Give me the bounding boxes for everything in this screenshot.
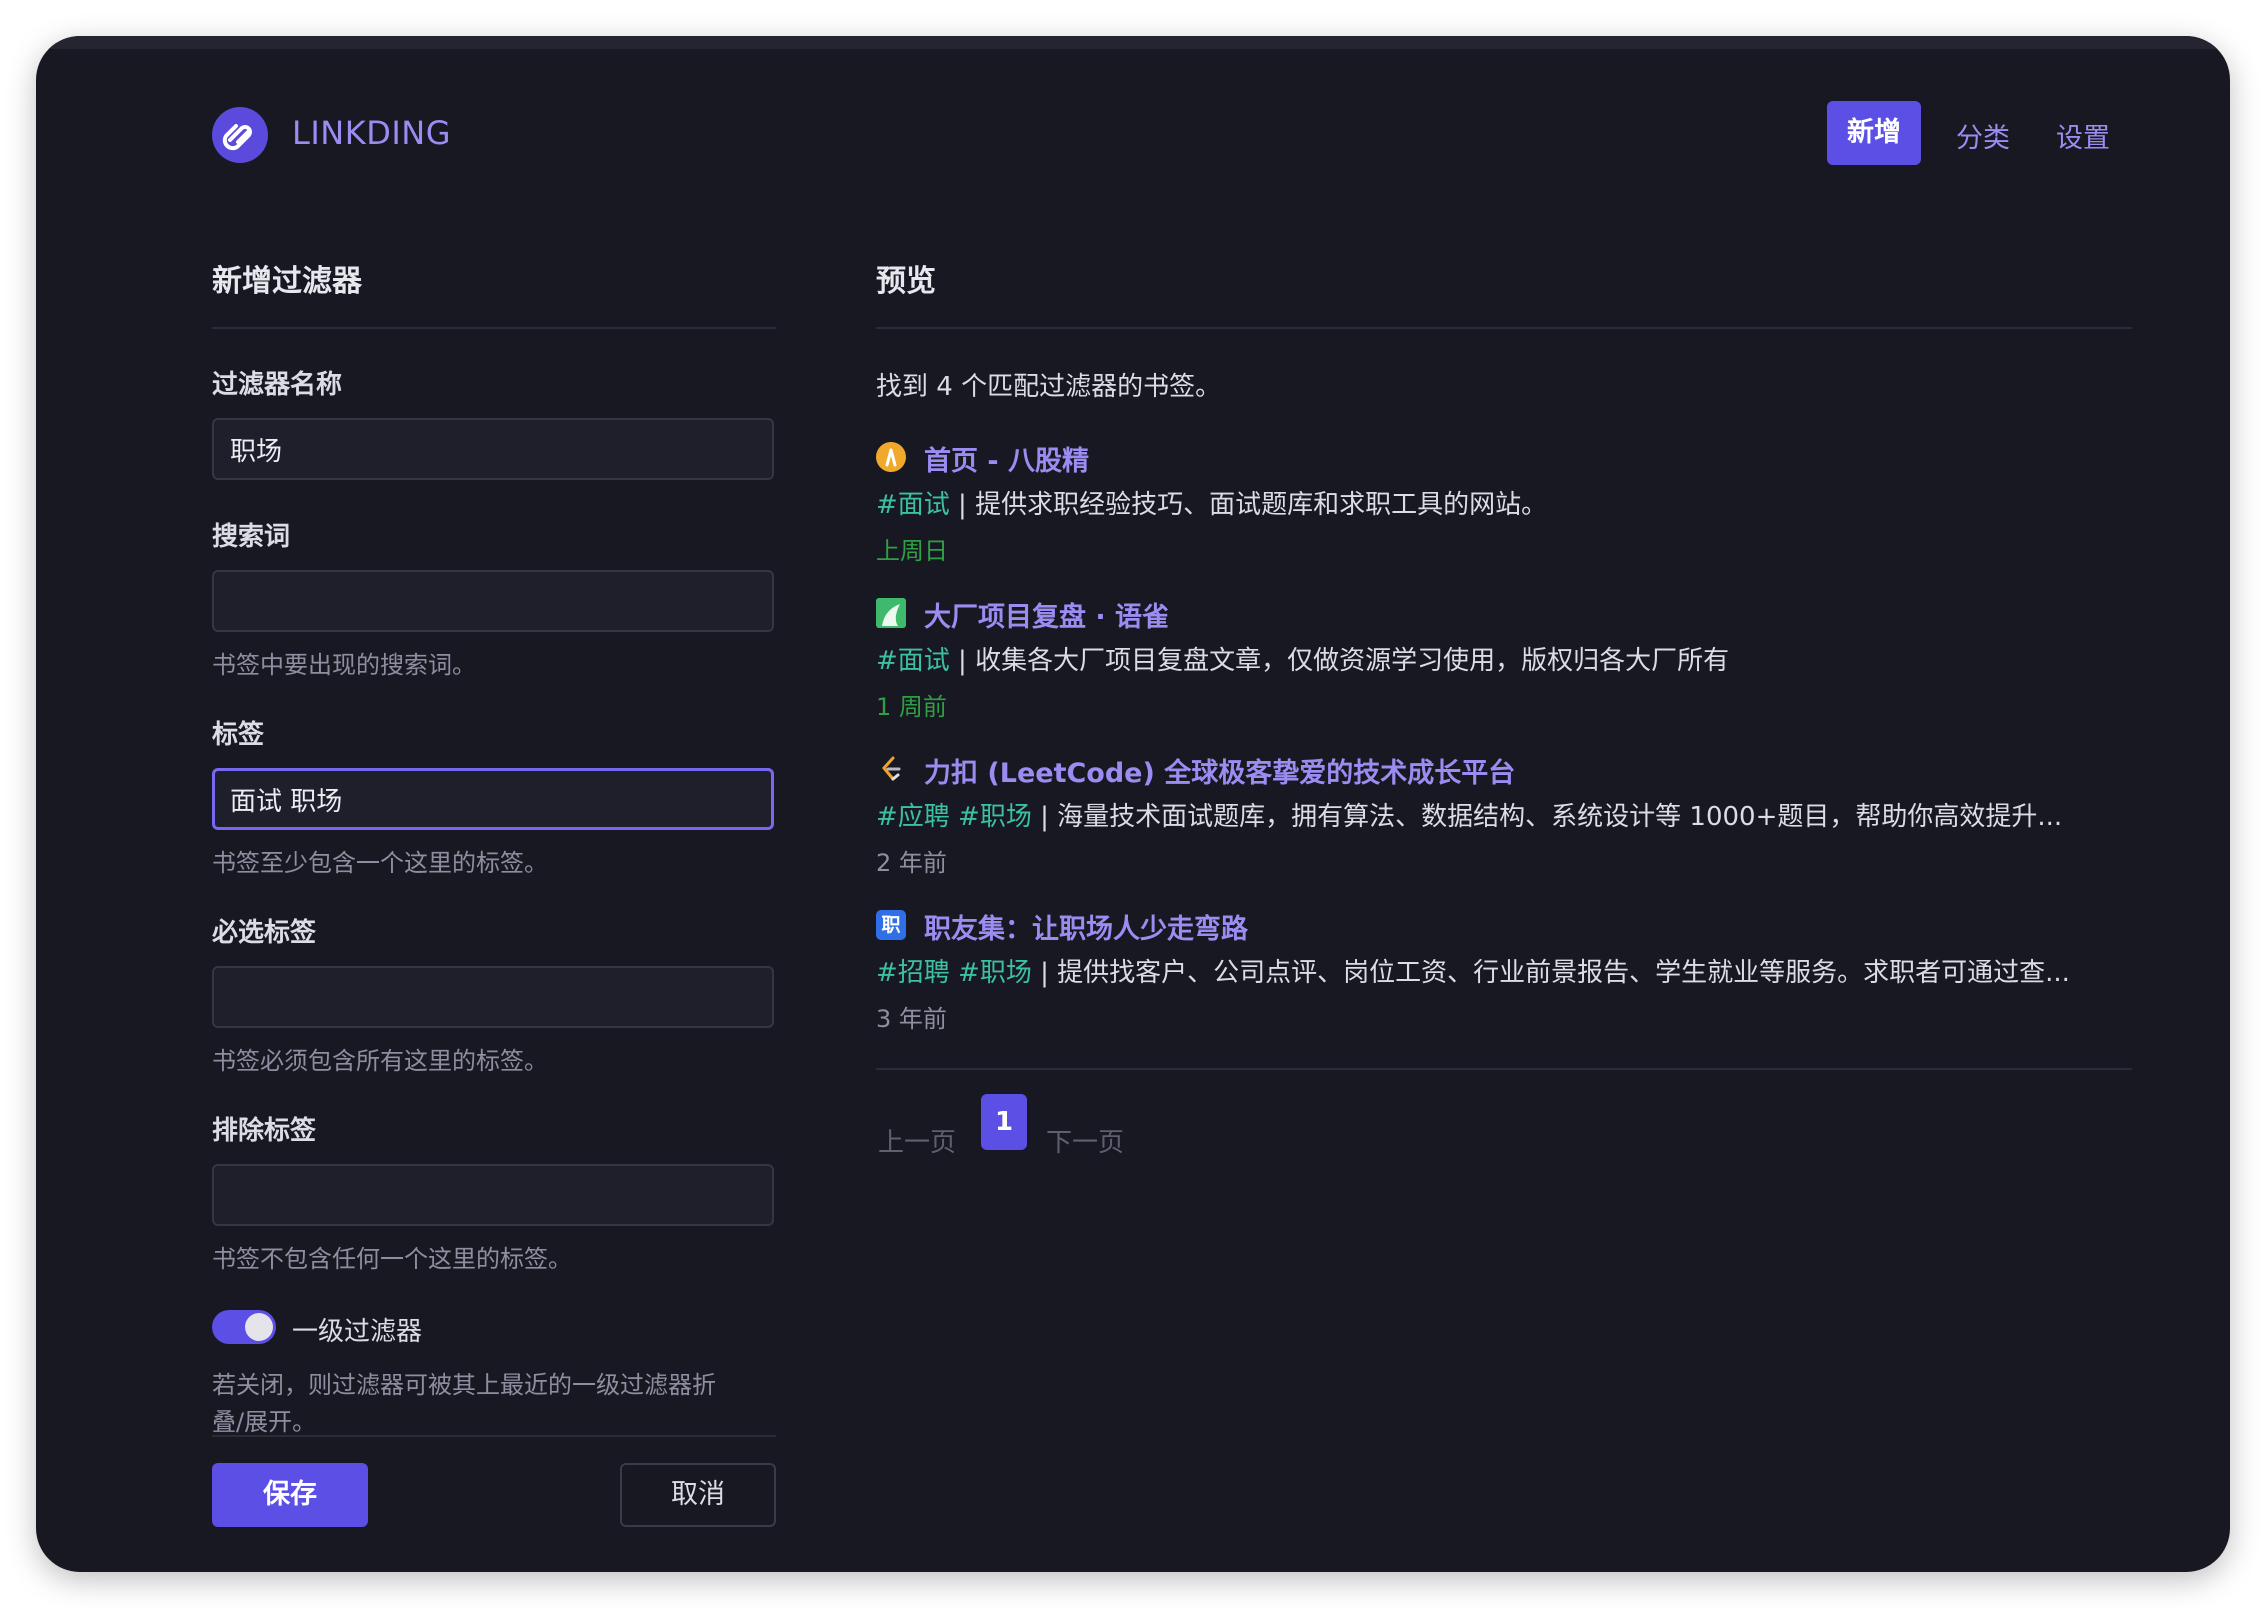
tags-hint: 书签至少包含一个这里的标签。 (212, 849, 548, 877)
bookmark-title-link[interactable]: 大厂项目复盘 · 语雀 (924, 595, 1169, 634)
bookmark-date: 3 年前 (876, 1005, 947, 1033)
primary-filter-label[interactable]: 一级过滤器 (292, 1311, 422, 1348)
pagination-page-1[interactable]: 1 (981, 1094, 1027, 1150)
bookmark-date: 1 周前 (876, 693, 947, 721)
search-term-label: 搜索词 (212, 522, 291, 552)
required-tags-input[interactable] (212, 966, 774, 1028)
app-window: LINKDING 新增 分类 设置 新增过滤器 过滤器名称 搜索词 书签中要出现… (36, 36, 2230, 1572)
bookmark-description: 海量技术面试题库，拥有算法、数据结构、系统设计等 1000+题目，帮助你高效提升… (1057, 802, 2063, 832)
preview-summary: 找到 4 个匹配过滤器的书签。 (876, 372, 1222, 402)
bookmark-title-link[interactable]: 力扣 (LeetCode) 全球极客挚爱的技术成长平台 (924, 751, 1515, 790)
bookmark-description: 提供求职经验技巧、面试题库和求职工具的网站。 (975, 490, 1548, 520)
primary-filter-hint-line2: 叠/展开。 (212, 1408, 317, 1436)
primary-filter-hint-line1: 若关闭，则过滤器可被其上最近的一级过滤器折 (212, 1371, 716, 1399)
required-tags-hint: 书签必须包含所有这里的标签。 (212, 1047, 548, 1075)
bookmark-title-link[interactable]: 职友集：让职场人少走弯路 (924, 907, 1248, 946)
leetcode-favicon-icon (876, 754, 906, 784)
exclude-tags-hint: 书签不包含任何一个这里的标签。 (212, 1245, 572, 1273)
bookmark-tag-link[interactable]: #应聘 #职场 (876, 802, 1032, 832)
nav-settings-link[interactable]: 设置 (2056, 116, 2110, 155)
bookmark-tag-link[interactable]: #面试 (876, 490, 950, 520)
bookmark-separator: | (1031, 802, 1058, 832)
preview-divider (876, 327, 2132, 329)
required-tags-label: 必选标签 (212, 918, 317, 948)
bagu-favicon-icon (876, 442, 906, 472)
bookmark-description-row: #面试 | 提供求职经验技巧、面试题库和求职工具的网站。 (876, 484, 2146, 521)
tags-label: 标签 (212, 720, 265, 750)
form-title: 新增过滤器 (212, 264, 362, 299)
bookmark-separator: | (1031, 958, 1058, 988)
linkding-logo-icon[interactable] (212, 107, 268, 163)
exclude-tags-input[interactable] (212, 1164, 774, 1226)
bookmark-description: 提供找客户、公司点评、岗位工资、行业前景报告、学生就业等服务。求职者可通过查..… (1057, 958, 2070, 988)
bookmark-separator: | (949, 646, 976, 676)
bookmark-date: 上周日 (876, 537, 948, 565)
filter-name-label: 过滤器名称 (212, 370, 343, 400)
tags-input[interactable] (212, 768, 774, 830)
search-term-input[interactable] (212, 570, 774, 632)
bookmark-title-link[interactable]: 首页 - 八股精 (924, 439, 1089, 478)
form-actions-divider (212, 1435, 776, 1437)
zhiyouji-favicon-icon: 职 (876, 910, 906, 940)
nav-add-button[interactable]: 新增 (1827, 101, 1921, 165)
pagination-next[interactable]: 下一页 (1046, 1122, 1124, 1159)
exclude-tags-label: 排除标签 (212, 1116, 317, 1146)
bookmark-description: 收集各大厂项目复盘文章，仅做资源学习使用，版权归各大厂所有 (975, 646, 1730, 676)
pagination-prev[interactable]: 上一页 (878, 1122, 956, 1159)
bookmark-tag-link[interactable]: #招聘 #职场 (876, 958, 1032, 988)
form-divider (212, 327, 776, 329)
filter-name-input[interactable] (212, 418, 774, 480)
nav-tags-link[interactable]: 分类 (1956, 116, 2010, 155)
toggle-knob (245, 1313, 273, 1341)
preview-title: 预览 (876, 264, 936, 299)
bookmark-description-row: #面试 | 收集各大厂项目复盘文章，仅做资源学习使用，版权归各大厂所有 (876, 640, 2146, 677)
cancel-button[interactable]: 取消 (620, 1463, 776, 1527)
bookmark-description-row: #招聘 #职场 | 提供找客户、公司点评、岗位工资、行业前景报告、学生就业等服务… (876, 952, 2146, 989)
bookmark-tag-link[interactable]: #面试 (876, 646, 950, 676)
pagination-divider (876, 1068, 2132, 1070)
save-button[interactable]: 保存 (212, 1463, 368, 1527)
primary-filter-toggle[interactable] (212, 1310, 276, 1344)
search-term-hint: 书签中要出现的搜索词。 (212, 651, 476, 679)
brand-name[interactable]: LINKDING (292, 114, 451, 152)
bookmark-description-row: #应聘 #职场 | 海量技术面试题库，拥有算法、数据结构、系统设计等 1000+… (876, 796, 2146, 833)
yuque-favicon-icon (876, 598, 906, 628)
bookmark-date: 2 年前 (876, 849, 947, 877)
bookmark-separator: | (949, 490, 976, 520)
